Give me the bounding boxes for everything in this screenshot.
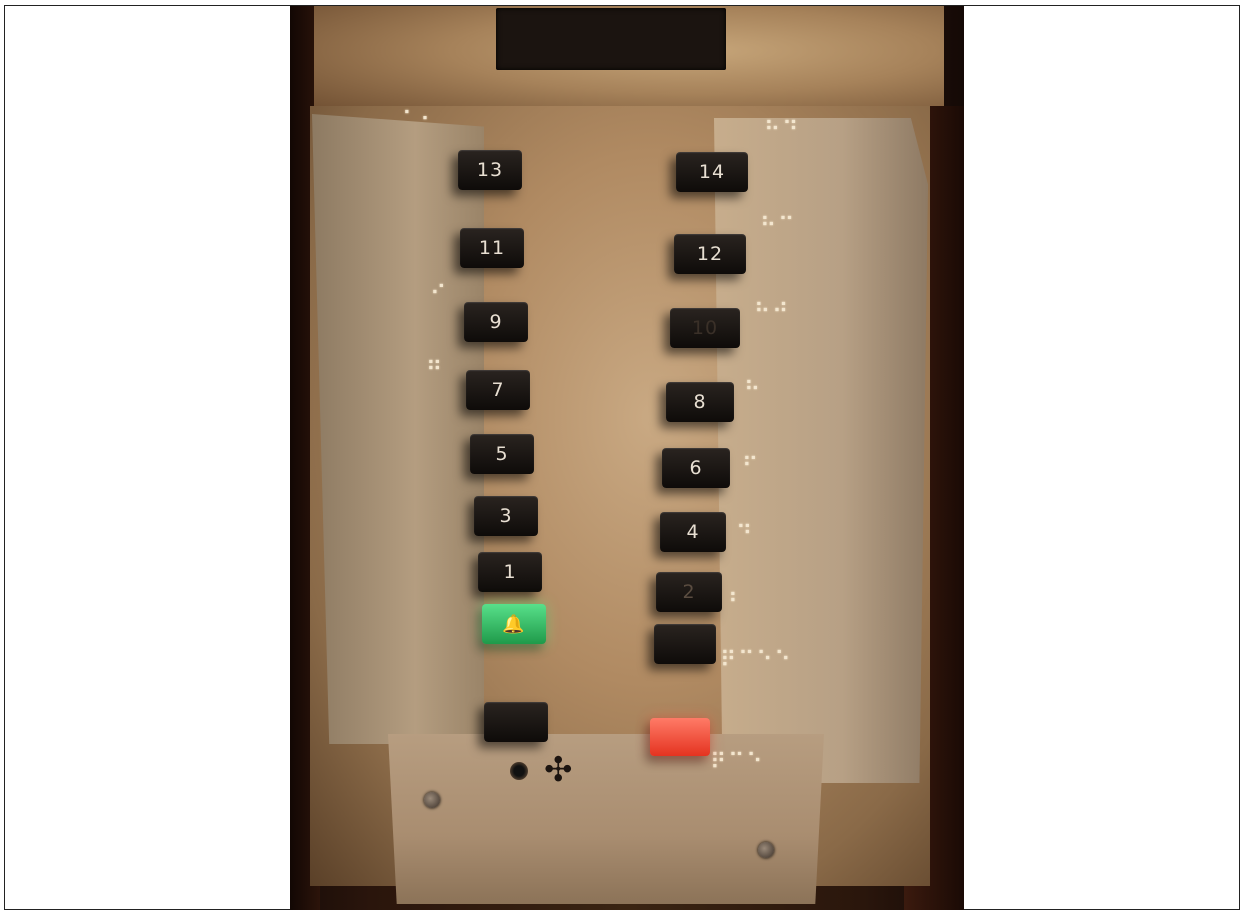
elevator-photo: ⠂⠄ ⠓⠙ ⠓⠉ ⠓⠚ ⠓ ⠋ ⠙ ⠃ ⠟⠉⠑⠑ ⠟⠉⠑ ⠛ ⠊ 13 11 9… <box>290 6 964 910</box>
braille-dots: ⠟⠉⠑ <box>710 750 765 775</box>
floor-button-12[interactable]: 12 <box>674 234 746 274</box>
floor-button-7[interactable]: 7 <box>466 370 530 410</box>
button-label: 5 <box>495 443 509 465</box>
braille-dots: ⠓⠉ <box>760 214 797 239</box>
button-label: 1 <box>503 561 517 583</box>
screw <box>758 842 774 858</box>
floor-button-13[interactable]: 13 <box>458 150 522 190</box>
braille-dots: ⠃ <box>728 590 747 615</box>
floor-button-8[interactable]: 8 <box>666 382 734 422</box>
bell-icon: 🔔 <box>502 613 526 635</box>
button-label: 9 <box>489 311 503 333</box>
braille-dots: ⠊ <box>430 282 449 307</box>
fan-icon: ✣ <box>544 750 573 790</box>
floor-button-3[interactable]: 3 <box>474 496 538 536</box>
floor-button-5[interactable]: 5 <box>470 434 534 474</box>
floor-display <box>496 8 726 70</box>
button-label: 12 <box>696 243 724 265</box>
braille-strip-right <box>714 118 928 783</box>
braille-dots: ⠓⠚ <box>754 300 791 325</box>
button-label: 3 <box>499 505 513 527</box>
door-button-left[interactable] <box>484 702 548 742</box>
screw <box>424 792 440 808</box>
stop-button[interactable] <box>650 718 710 756</box>
alarm-bell-button[interactable]: 🔔 <box>482 604 546 644</box>
button-label: 10 <box>691 317 719 339</box>
braille-dots: ⠓⠙ <box>764 118 801 143</box>
floor-button-9[interactable]: 9 <box>464 302 528 342</box>
braille-strip-left <box>312 114 484 744</box>
keyhole <box>510 762 528 780</box>
button-label: 7 <box>491 379 505 401</box>
button-label: 13 <box>476 159 504 181</box>
button-label: 8 <box>693 391 707 413</box>
button-label: 2 <box>682 581 696 603</box>
braille-dots: ⠛ <box>426 358 445 383</box>
braille-dots: ⠋ <box>742 454 761 479</box>
floor-button-4[interactable]: 4 <box>660 512 726 552</box>
braille-dots: ⠂⠄ <box>402 102 439 127</box>
braille-dots: ⠟⠉⠑⠑ <box>720 648 793 673</box>
floor-button-6[interactable]: 6 <box>662 448 730 488</box>
braille-dots: ⠙ <box>736 522 755 547</box>
floor-button-14[interactable]: 14 <box>676 152 748 192</box>
floor-button-10[interactable]: 10 <box>670 308 740 348</box>
button-label: 11 <box>478 237 506 259</box>
button-label: 6 <box>689 457 703 479</box>
button-label: 4 <box>686 521 700 543</box>
floor-button-11[interactable]: 11 <box>460 228 524 268</box>
button-label: 14 <box>698 161 726 183</box>
door-open-button[interactable] <box>654 624 716 664</box>
floor-button-1[interactable]: 1 <box>478 552 542 592</box>
braille-dots: ⠓ <box>744 378 763 403</box>
floor-button-2[interactable]: 2 <box>656 572 722 612</box>
